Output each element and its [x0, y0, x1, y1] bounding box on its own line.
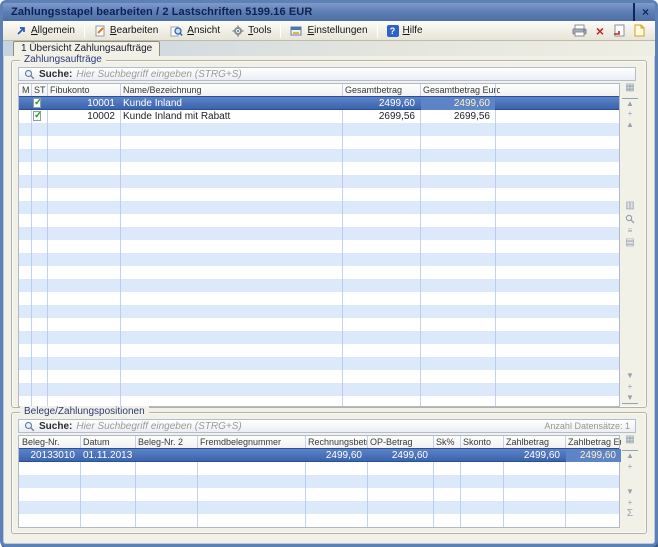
cell-fibukonto: 10002	[47, 110, 120, 123]
cell-fibukonto: 10001	[47, 97, 120, 110]
search-label: Suche:	[39, 421, 72, 432]
rows-icon[interactable]: ▤	[622, 238, 638, 248]
orders-table-body: ✓ 10001 Kunde Inland 2499,60 2499,60 ✓ 1…	[19, 97, 619, 406]
scroll-top-icon[interactable]: ▲	[622, 98, 638, 109]
application-window: Zahlungsstapel bearbeiten / 2 Lastschrif…	[0, 0, 658, 547]
cell-datum: 01.11.2013 /Fr	[80, 449, 135, 462]
add-row-icon[interactable]: +	[622, 382, 638, 392]
table-row-selected[interactable]: 20133010 01.11.2013 /Fr 2499,60 2499,60 …	[19, 448, 619, 462]
printer-icon	[572, 24, 587, 37]
belege-zahlungspositionen-group: Belege/Zahlungspositionen Suche: Hier Su…	[11, 412, 647, 534]
search-icon	[24, 69, 35, 80]
edit-document-icon	[94, 25, 106, 37]
cell-rechnungsbetrag: 2499,60	[305, 449, 367, 462]
cell-zahlbetrag-euro: 2499,60	[566, 449, 621, 462]
search-label: Suche:	[39, 69, 72, 80]
orders-table-toolbar: ▦ ▲ + ▲ ▥ ≡ ▤ ▼ + ▼	[622, 83, 638, 405]
menu-separator	[280, 24, 281, 38]
scroll-top-icon[interactable]: ▲	[622, 450, 638, 461]
cell-beleg-nr: 20133010	[19, 449, 80, 462]
add-row-icon[interactable]: +	[622, 109, 638, 119]
window-title: Zahlungsstapel bearbeiten / 2 Lastschrif…	[11, 6, 633, 18]
search-icon	[24, 421, 35, 432]
grid-select-icon[interactable]: ▦	[622, 83, 638, 93]
grid-select-icon[interactable]: ▦	[622, 435, 638, 445]
menu-separator	[377, 24, 378, 38]
group-label: Zahlungsaufträge	[20, 54, 106, 66]
columns-icon[interactable]: ▥	[622, 201, 638, 211]
cell-op-betrag: 2499,60	[367, 449, 433, 462]
scroll-down-icon[interactable]: ▼	[622, 487, 638, 497]
arrow-ne-icon	[15, 25, 27, 37]
table-search-icon[interactable]	[622, 214, 638, 224]
status-check-icon: ✓	[32, 98, 43, 109]
menu-item-hilfe[interactable]: ? Hilfe	[381, 23, 429, 39]
scroll-down-icon[interactable]: ▼	[622, 371, 638, 381]
record-count: Anzahl Datensätze: 1	[544, 421, 630, 431]
positions-table: Beleg-Nr. Datum Beleg-Nr. 2 Fremdbelegnu…	[18, 435, 620, 528]
cell-name: Kunde Inland mit Rabatt	[120, 110, 342, 123]
help-icon: ?	[387, 25, 399, 37]
cell-zahlbetrag: 2499,60	[503, 449, 565, 462]
restore-window-button[interactable]	[633, 3, 635, 21]
table-row[interactable]: ✓ 10002 Kunde Inland mit Rabatt 2699,56 …	[19, 110, 619, 123]
gear-icon	[232, 25, 244, 37]
menu-item-bearbeiten[interactable]: Bearbeiten	[88, 23, 164, 39]
scroll-up-icon[interactable]: ▲	[622, 120, 638, 130]
add-row-icon[interactable]: +	[622, 498, 638, 508]
cell-gesamtbetrag-euro: 2699,56	[420, 110, 495, 123]
restore-icon	[633, 1, 635, 21]
title-bar[interactable]: Zahlungsstapel bearbeiten / 2 Lastschrif…	[3, 3, 655, 21]
cell-gesamtbetrag: 2699,56	[342, 110, 420, 123]
group-label: Belege/Zahlungspositionen	[20, 406, 149, 418]
settings-icon	[290, 25, 303, 37]
sum-icon[interactable]: Σ	[622, 509, 638, 519]
print-button[interactable]	[572, 24, 587, 37]
menu-item-tools[interactable]: Tools	[226, 23, 277, 39]
cell-name: Kunde Inland	[120, 97, 342, 110]
menu-item-ansicht[interactable]: Ansicht	[164, 23, 226, 39]
positions-search-input[interactable]: Suche: Hier Suchbegriff eingeben (STRG+S…	[18, 419, 636, 433]
document-red-arrow-icon	[613, 24, 625, 37]
menu-item-allgemein[interactable]: Allgemein	[9, 23, 81, 39]
positions-table-toolbar: ▦ ▲ + ▼ + Σ	[622, 435, 638, 527]
positions-table-body: 20133010 01.11.2013 /Fr 2499,60 2499,60 …	[19, 449, 619, 527]
cell-gesamtbetrag-euro: 2499,60	[421, 97, 495, 110]
cell-gesamtbetrag: 2499,60	[342, 97, 420, 110]
menu-item-einstellungen[interactable]: Einstellungen	[284, 23, 373, 39]
close-window-button[interactable]: ×	[642, 7, 649, 17]
table-row-selected[interactable]: ✓ 10001 Kunde Inland 2499,60 2499,60	[19, 96, 619, 110]
magnifier-document-icon	[170, 25, 183, 37]
menu-bar: Allgemein Bearbeiten Ansicht Tools	[3, 21, 655, 41]
search-placeholder: Hier Suchbegriff eingeben (STRG+S)	[76, 69, 630, 80]
document-new-icon	[634, 24, 645, 37]
list-icon[interactable]: ≡	[622, 226, 638, 236]
status-check-icon: ✓	[32, 111, 43, 122]
orders-table: M ST Fibukonto Name/Bezeichnung Gesamtbe…	[18, 83, 620, 407]
orders-search-input[interactable]: Suche: Hier Suchbegriff eingeben (STRG+S…	[18, 67, 636, 81]
menu-separator	[84, 24, 85, 38]
add-row-icon[interactable]: +	[622, 462, 638, 472]
search-placeholder: Hier Suchbegriff eingeben (STRG+S)	[76, 421, 540, 432]
export-document-button[interactable]	[613, 24, 625, 37]
new-document-button[interactable]	[634, 24, 645, 37]
delete-button[interactable]: ×	[596, 25, 604, 37]
scroll-bottom-icon[interactable]: ▼	[622, 393, 638, 404]
zahlungsauftraege-group: Zahlungsaufträge Suche: Hier Suchbegriff…	[11, 60, 647, 408]
